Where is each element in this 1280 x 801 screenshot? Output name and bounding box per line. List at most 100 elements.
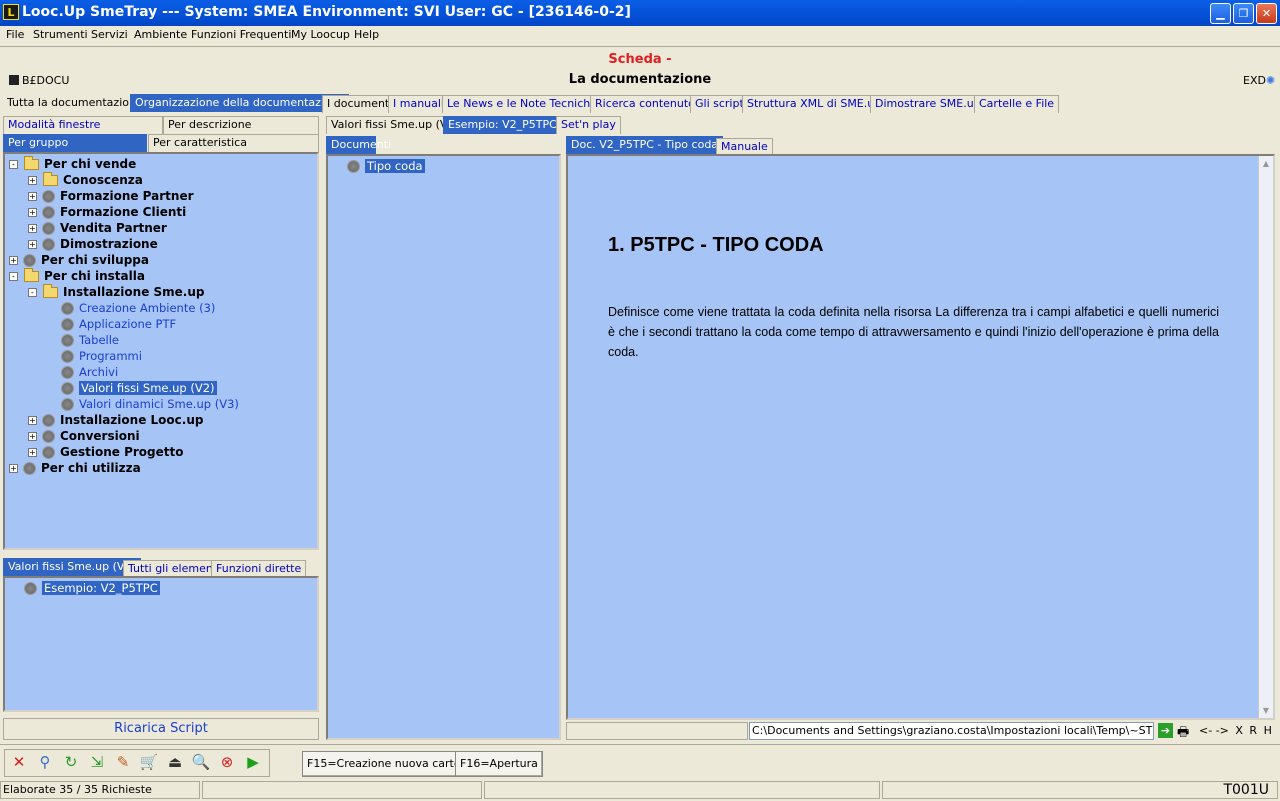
expand-icon[interactable]: + xyxy=(28,240,37,249)
gear-icon xyxy=(62,319,73,330)
collapse-icon[interactable]: - xyxy=(9,272,18,281)
search-icon[interactable]: ⚲ xyxy=(33,750,57,774)
tree-node[interactable]: + Gestione Progetto xyxy=(28,444,184,460)
tree-node[interactable]: Creazione Ambiente (3) xyxy=(47,300,215,316)
printer-icon[interactable]: 🖶 xyxy=(1177,723,1189,745)
tree-node[interactable]: Tabelle xyxy=(47,332,119,348)
tab-set-n-play[interactable]: Set'n play xyxy=(556,116,621,134)
tree-node[interactable]: + Per chi sviluppa xyxy=(9,252,149,268)
tab-per-gruppo[interactable]: Per gruppo xyxy=(3,134,147,152)
expand-icon[interactable]: + xyxy=(28,448,37,457)
tab-mid-esempio[interactable]: Esempio: V2_P5TPC xyxy=(443,116,562,134)
tab-gli-script[interactable]: Gli script xyxy=(690,95,749,113)
scroll-up-icon[interactable]: ▲ xyxy=(1259,156,1273,171)
collapse-icon[interactable]: - xyxy=(28,288,37,297)
document-viewer[interactable]: 1. P5TPC - TIPO CODA Definisce come vien… xyxy=(566,154,1275,720)
tree-node[interactable]: Valori fissi Sme.up (V2) xyxy=(47,380,217,396)
tab-doc-tipo-coda[interactable]: Doc. V2_P5TPC - Tipo coda xyxy=(566,136,724,154)
menu-strumenti[interactable]: Strumenti xyxy=(33,28,88,41)
expand-icon[interactable]: + xyxy=(28,176,37,185)
tab-i-manuali[interactable]: I manuali xyxy=(388,95,449,113)
tree-node[interactable]: - Installazione Sme.up xyxy=(28,284,205,300)
tree-node[interactable]: Programmi xyxy=(47,348,142,364)
menu-servizi[interactable]: Servizi xyxy=(91,28,128,41)
document-item[interactable]: Tipo coda xyxy=(348,158,425,174)
expand-icon[interactable]: + xyxy=(28,432,37,441)
scheda-label: Scheda - xyxy=(608,52,672,67)
minimize-icon[interactable]: ▁ xyxy=(1210,3,1231,24)
gear-icon xyxy=(62,367,73,378)
play-icon[interactable]: ▶ xyxy=(241,750,265,774)
collapse-icon[interactable]: - xyxy=(9,160,18,169)
tree-node[interactable]: + Installazione Looc.up xyxy=(28,412,203,428)
cart-icon[interactable]: 🛒 xyxy=(137,750,161,774)
tab-organizzazione-documentazione[interactable]: Organizzazione della documentazione xyxy=(130,94,350,112)
menu-ambiente[interactable]: Ambiente xyxy=(134,28,187,41)
tree-node[interactable]: + Conoscenza xyxy=(28,172,143,188)
tree-node[interactable]: Archivi xyxy=(47,364,118,380)
scroll-down-icon[interactable]: ▼ xyxy=(1259,703,1273,718)
title-bar[interactable]: L Looc.Up SmeTray --- System: SMEA Envir… xyxy=(0,0,1280,26)
vertical-scrollbar[interactable]: ▲ ▼ xyxy=(1258,156,1273,718)
tree-node[interactable]: Applicazione PTF xyxy=(47,316,176,332)
documents-panel[interactable]: Tipo coda xyxy=(326,154,561,740)
tab-per-descrizione[interactable]: Per descrizione xyxy=(163,116,319,134)
tree-node[interactable]: Valori dinamici Sme.up (V3) xyxy=(47,396,239,412)
expand-icon[interactable]: + xyxy=(9,464,18,473)
forward-nav[interactable]: -> xyxy=(1216,724,1229,737)
home-nav[interactable]: H xyxy=(1264,724,1272,737)
expand-icon[interactable]: + xyxy=(28,416,37,425)
tree-node[interactable]: + Dimostrazione xyxy=(28,236,158,252)
go-arrow-icon[interactable]: ➔ xyxy=(1158,723,1173,738)
elements-panel[interactable]: Esempio: V2_P5TPC xyxy=(3,576,319,712)
refresh-icon[interactable]: ↻ xyxy=(59,750,83,774)
back-nav[interactable]: <- xyxy=(1199,724,1212,737)
tab-news-note-tecniche[interactable]: Le News e le Note Tecniche xyxy=(442,95,603,113)
menu-my-loocup[interactable]: My Loocup xyxy=(291,28,350,41)
gear-icon xyxy=(62,335,73,346)
menu-help[interactable]: Help xyxy=(354,28,379,41)
edit-icon[interactable]: ✎ xyxy=(111,750,135,774)
reload-script-button[interactable]: Ricarica Script xyxy=(3,718,319,740)
tree-node[interactable]: - Per chi installa xyxy=(9,268,145,284)
exd-code[interactable]: EXD✺ xyxy=(1243,74,1275,87)
action-toolbar: ✕ ⚲ ↻ ⇲ ✎ 🛒 ⏏ 🔍 ⊗ ▶ xyxy=(4,749,270,777)
maximize-icon[interactable]: ❐ xyxy=(1233,3,1254,24)
tree-node[interactable]: - Per chi vende xyxy=(9,156,136,172)
tab-i-documenti[interactable]: I documenti xyxy=(322,95,398,113)
cancel-x-icon[interactable]: ✕ xyxy=(7,750,31,774)
tree-node[interactable]: + Per chi utilizza xyxy=(9,460,141,476)
export-icon[interactable]: ⇲ xyxy=(85,750,109,774)
tab-modalita-finestre[interactable]: Modalità finestre xyxy=(3,116,163,134)
expand-icon[interactable]: + xyxy=(28,208,37,217)
tab-struttura-xml[interactable]: Struttura XML di SME.up xyxy=(742,95,887,113)
tab-valori-fissi[interactable]: Valori fissi Sme.up (V2) xyxy=(3,558,141,576)
refresh-nav[interactable]: R xyxy=(1249,724,1257,737)
tab-tutta-documentazione[interactable]: Tutta la documentazione xyxy=(3,95,147,113)
magnify-icon[interactable]: 🔍 xyxy=(189,750,213,774)
tab-per-caratteristica[interactable]: Per caratteristica xyxy=(148,134,319,152)
expand-icon[interactable]: + xyxy=(9,256,18,265)
tab-documenti[interactable]: Documenti xyxy=(326,136,391,154)
stop-icon[interactable]: ⊗ xyxy=(215,750,239,774)
f16-open-button[interactable]: F16=Apertura xyxy=(455,751,543,777)
tab-cartelle-file[interactable]: Cartelle e File xyxy=(974,95,1060,113)
menu-funzioni-frequenti[interactable]: Funzioni Frequenti xyxy=(191,28,291,41)
tree-node[interactable]: + Conversioni xyxy=(28,428,140,444)
tree-node[interactable]: + Formazione Partner xyxy=(28,188,194,204)
group-tree-panel[interactable]: - Per chi vende + Conoscenza + Formazione Par… xyxy=(3,152,319,550)
path-field[interactable]: C:\Documents and Settings\graziano.costa… xyxy=(749,722,1154,740)
tree-node[interactable]: + Vendita Partner xyxy=(28,220,167,236)
close-icon[interactable]: ✕ xyxy=(1256,3,1277,24)
status-code: T001U xyxy=(882,781,1278,799)
tab-dimostrare-smeup[interactable]: Dimostrare SME.up xyxy=(870,95,986,113)
list-item[interactable]: Esempio: V2_P5TPC xyxy=(25,580,160,596)
stop-nav[interactable]: X xyxy=(1235,724,1243,737)
tree-node[interactable]: + Formazione Clienti xyxy=(28,204,186,220)
tab-ricerca-contenuto[interactable]: Ricerca contenuto xyxy=(590,95,700,113)
expand-icon[interactable]: + xyxy=(28,192,37,201)
menu-file[interactable]: File xyxy=(6,28,24,41)
tray-icon[interactable]: ⏏ xyxy=(163,750,187,774)
expand-icon[interactable]: + xyxy=(28,224,37,233)
f15-new-folder-button[interactable]: F15=Creazione nuova cartella xyxy=(302,751,479,777)
